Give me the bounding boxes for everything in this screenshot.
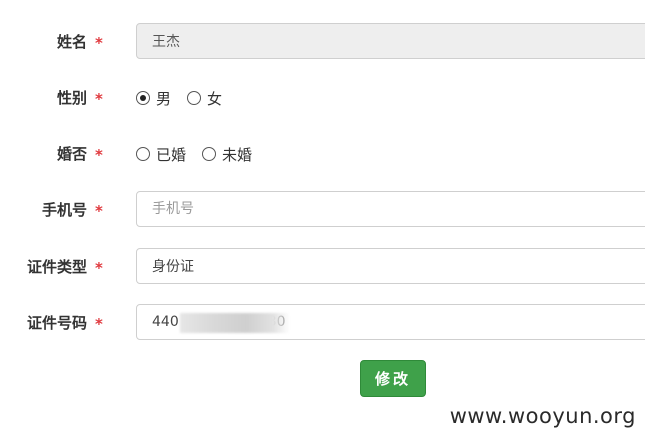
name-input[interactable] bbox=[136, 23, 645, 59]
name-row: 姓名 * bbox=[0, 22, 645, 62]
phone-required-mark: * bbox=[95, 202, 103, 220]
marital-required-mark: * bbox=[95, 146, 103, 164]
marital-unmarried-label: 未婚 bbox=[222, 145, 253, 164]
gender-male-radio[interactable] bbox=[136, 91, 150, 105]
marital-married-radio[interactable] bbox=[136, 147, 150, 161]
marital-radio-group: 已婚 未婚 bbox=[136, 134, 268, 174]
radio-selected-dot bbox=[140, 95, 146, 101]
phone-input[interactable] bbox=[136, 191, 645, 227]
marital-row: 婚否 * 已婚 未婚 bbox=[0, 134, 645, 174]
watermark: www.wooyun.org bbox=[449, 404, 636, 428]
marital-married-label: 已婚 bbox=[156, 145, 187, 164]
gender-row: 性别 * 男 女 bbox=[0, 78, 645, 118]
gender-label: 性别 bbox=[56, 89, 87, 107]
marital-unmarried-radio[interactable] bbox=[202, 147, 217, 161]
marital-option-unmarried[interactable]: 未婚 bbox=[202, 144, 252, 165]
gender-option-male[interactable]: 男 bbox=[136, 88, 171, 109]
gender-required-mark: * bbox=[95, 90, 103, 108]
gender-male-label: 男 bbox=[156, 89, 172, 108]
submit-button[interactable]: 修改 bbox=[360, 360, 426, 397]
gender-female-label: 女 bbox=[207, 89, 223, 108]
name-required-mark: * bbox=[95, 34, 103, 52]
id-type-label: 证件类型 bbox=[26, 258, 87, 276]
gender-radio-group: 男 女 bbox=[136, 78, 238, 118]
id-number-row: 证件号码 * bbox=[0, 303, 645, 343]
id-type-row: 证件类型 * bbox=[0, 247, 645, 287]
gender-female-radio[interactable] bbox=[187, 91, 202, 105]
redaction-blur bbox=[180, 313, 290, 333]
gender-option-female[interactable]: 女 bbox=[187, 88, 222, 109]
id-type-input[interactable] bbox=[136, 248, 645, 284]
marital-label: 婚否 bbox=[56, 145, 87, 163]
phone-label: 手机号 bbox=[41, 201, 87, 219]
marital-option-married[interactable]: 已婚 bbox=[136, 144, 186, 165]
id-type-required-mark: * bbox=[95, 259, 103, 277]
id-number-required-mark: * bbox=[95, 315, 103, 333]
name-label: 姓名 bbox=[56, 33, 87, 51]
phone-row: 手机号 * bbox=[0, 190, 645, 230]
id-number-label: 证件号码 bbox=[26, 314, 87, 332]
